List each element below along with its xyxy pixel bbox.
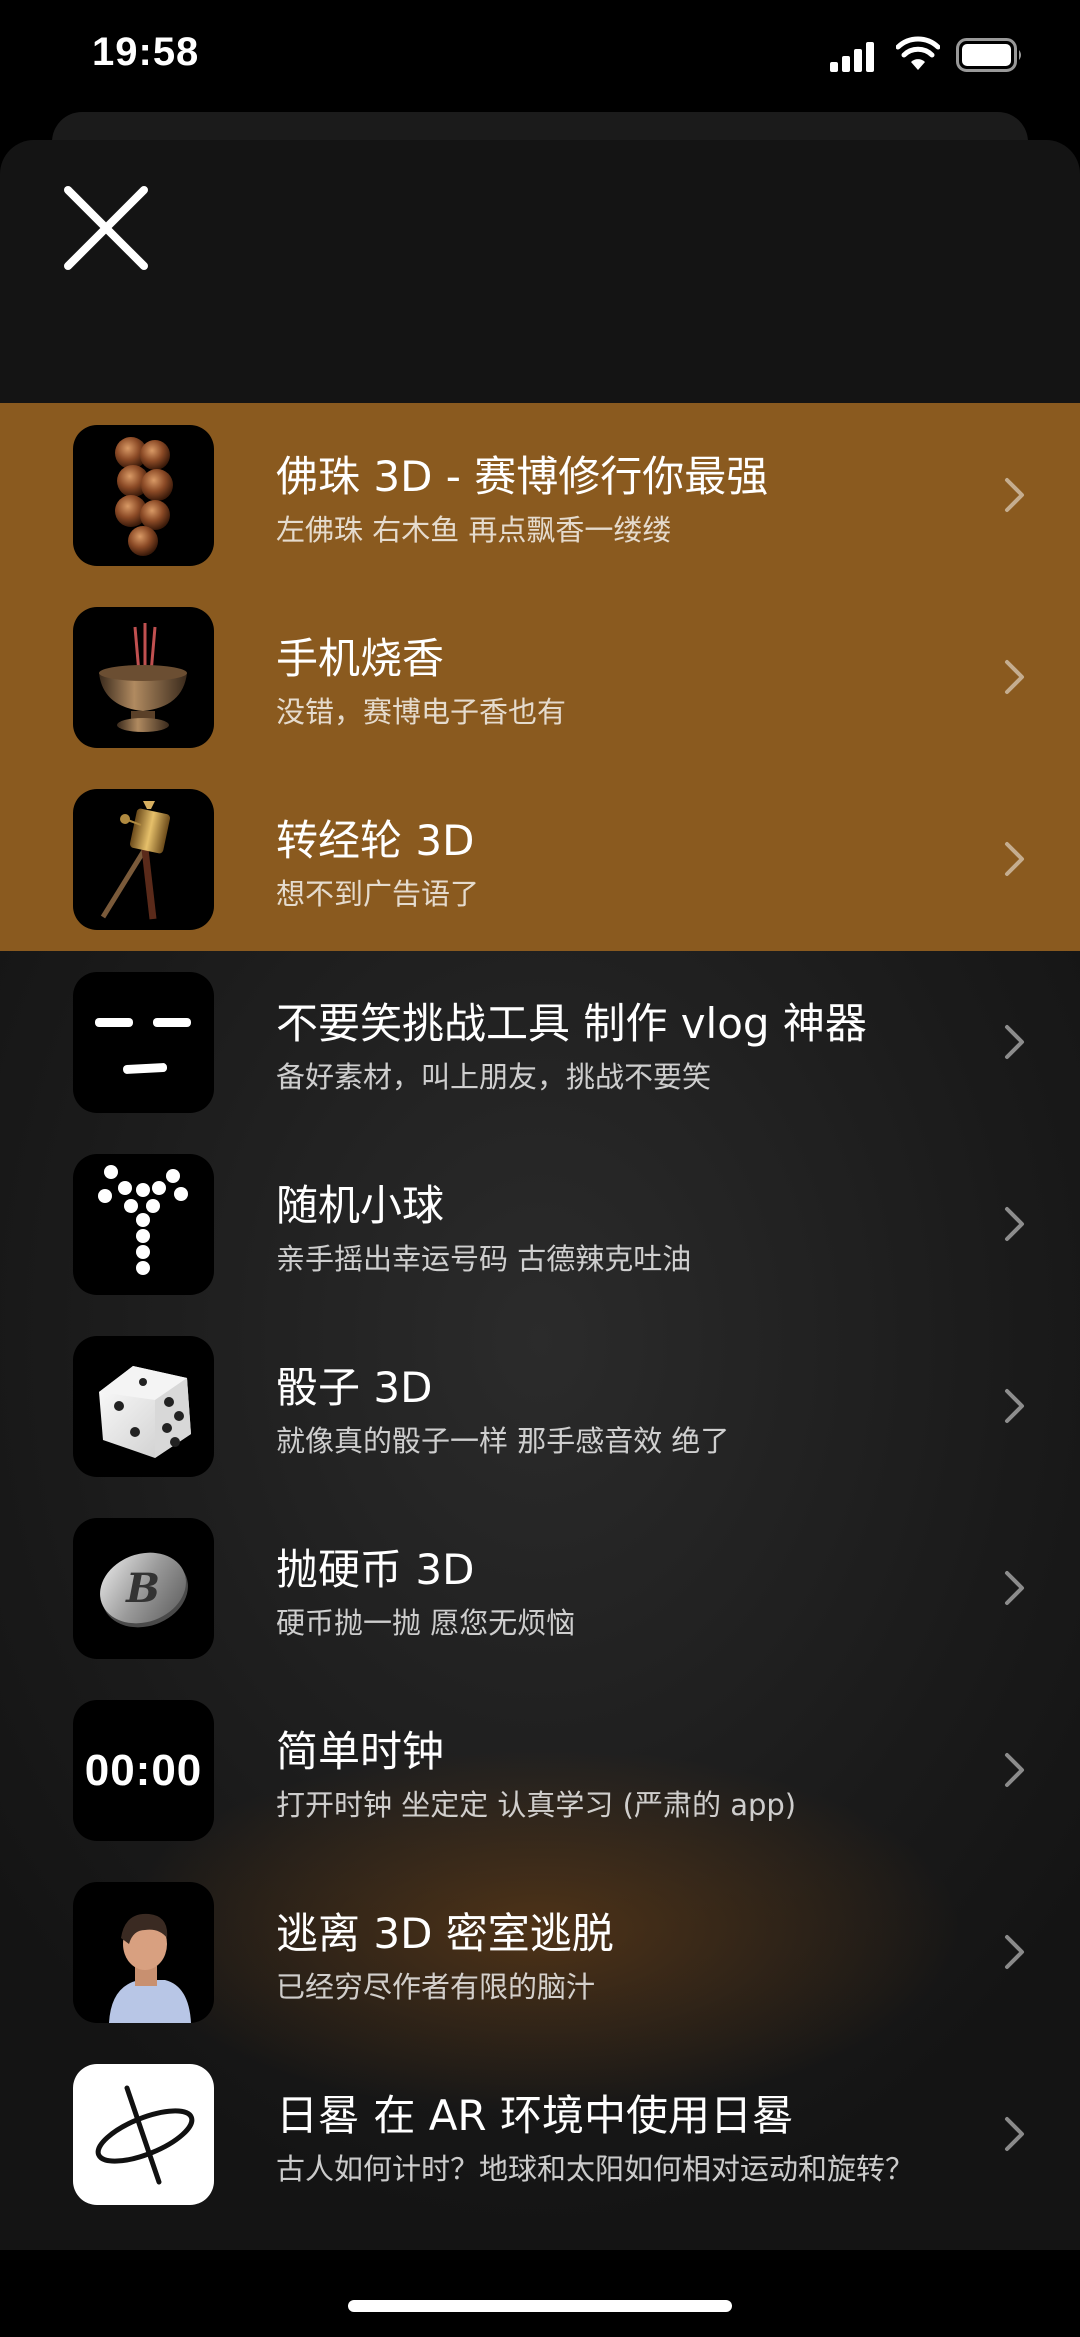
close-icon[interactable]	[58, 180, 154, 276]
list-item-simple-clock[interactable]: 00:00 简单时钟 打开时钟 坐定定 认真学习 (严肃的 app)	[0, 1678, 1080, 1860]
list-item-prayer-wheel[interactable]: 转经轮 3D 想不到广告语了	[0, 767, 1080, 949]
sundial-icon	[73, 2064, 214, 2205]
straight-face-icon	[73, 972, 214, 1113]
item-title: 抛硬币 3D	[276, 1545, 475, 1594]
item-title: 佛珠 3D - 赛博修行你最强	[276, 452, 769, 501]
chevron-right-icon	[1005, 1025, 1024, 1059]
incense-burner-icon	[73, 607, 214, 748]
list-item-dice[interactable]: 骰子 3D 就像真的骰子一样 那手感音效 绝了	[0, 1314, 1080, 1496]
item-title: 手机烧香	[276, 634, 445, 683]
item-subtitle: 打开时钟 坐定定 认真学习 (严肃的 app)	[276, 1788, 797, 1822]
item-title: 逃离 3D 密室逃脱	[276, 1909, 614, 1958]
home-indicator[interactable]	[348, 2300, 732, 2312]
item-title: 不要笑挑战工具 制作 vlog 神器	[276, 999, 867, 1048]
chevron-right-icon	[1005, 1935, 1024, 1969]
chevron-right-icon	[1005, 478, 1024, 512]
item-subtitle: 已经穷尽作者有限的脑汁	[276, 1970, 596, 2004]
item-subtitle: 没错，赛博电子香也有	[276, 695, 567, 729]
coin-icon: B	[73, 1518, 214, 1659]
chevron-right-icon	[1005, 1389, 1024, 1423]
item-title: 骰子 3D	[276, 1363, 433, 1412]
list-item-dont-laugh[interactable]: 不要笑挑战工具 制作 vlog 神器 备好素材，叫上朋友，挑战不要笑	[0, 950, 1080, 1132]
prayer-beads-icon	[73, 425, 214, 566]
item-subtitle: 想不到广告语了	[276, 877, 480, 911]
chevron-right-icon	[1005, 842, 1024, 876]
list-item-prayer-beads[interactable]: 佛珠 3D - 赛博修行你最强 左佛珠 右木鱼 再点飘香一缕缕	[0, 403, 1080, 585]
item-subtitle: 就像真的骰子一样 那手感音效 绝了	[276, 1424, 730, 1458]
chevron-right-icon	[1005, 1571, 1024, 1605]
chevron-right-icon	[1005, 1207, 1024, 1241]
clock-icon-text: 00:00	[84, 1745, 203, 1795]
chevron-right-icon	[1005, 660, 1024, 694]
item-subtitle: 亲手摇出幸运号码 古德辣克吐油	[276, 1242, 692, 1276]
list-item-random-balls[interactable]: 随机小球 亲手摇出幸运号码 古德辣克吐油	[0, 1132, 1080, 1314]
escape-room-icon	[73, 1882, 214, 2023]
list-item-incense[interactable]: 手机烧香 没错，赛博电子香也有	[0, 585, 1080, 767]
item-subtitle: 左佛珠 右木鱼 再点飘香一缕缕	[276, 513, 672, 547]
chevron-right-icon	[1005, 1753, 1024, 1787]
item-subtitle: 备好素材，叫上朋友，挑战不要笑	[276, 1060, 712, 1094]
cellular-signal-icon	[830, 42, 874, 72]
random-balls-icon	[73, 1154, 214, 1295]
list-item-sundial[interactable]: 日晷 在 AR 环境中使用日晷 古人如何计时？地球和太阳如何相对运动和旋转？	[0, 2042, 1080, 2224]
status-time: 19:58	[92, 30, 200, 74]
item-subtitle: 古人如何计时？地球和太阳如何相对运动和旋转？	[276, 2152, 915, 2186]
item-title: 简单时钟	[276, 1727, 445, 1776]
clock-icon: 00:00	[73, 1700, 214, 1841]
svg-text:B: B	[125, 1565, 160, 1612]
prayer-wheel-icon	[73, 789, 214, 930]
battery-icon	[956, 38, 1021, 72]
item-title: 转经轮 3D	[276, 816, 475, 865]
chevron-right-icon	[1005, 2117, 1024, 2151]
item-title: 随机小球	[276, 1181, 445, 1230]
status-bar: 19:58	[0, 0, 1080, 110]
item-subtitle: 硬币抛一抛 愿您无烦恼	[276, 1606, 576, 1640]
item-title: 日晷 在 AR 环境中使用日晷	[276, 2091, 794, 2140]
dice-icon	[73, 1336, 214, 1477]
list-item-coin-flip[interactable]: B 抛硬币 3D 硬币抛一抛 愿您无烦恼	[0, 1496, 1080, 1678]
list-item-escape-room[interactable]: 逃离 3D 密室逃脱 已经穷尽作者有限的脑汁	[0, 1860, 1080, 2042]
wifi-icon	[896, 36, 940, 70]
